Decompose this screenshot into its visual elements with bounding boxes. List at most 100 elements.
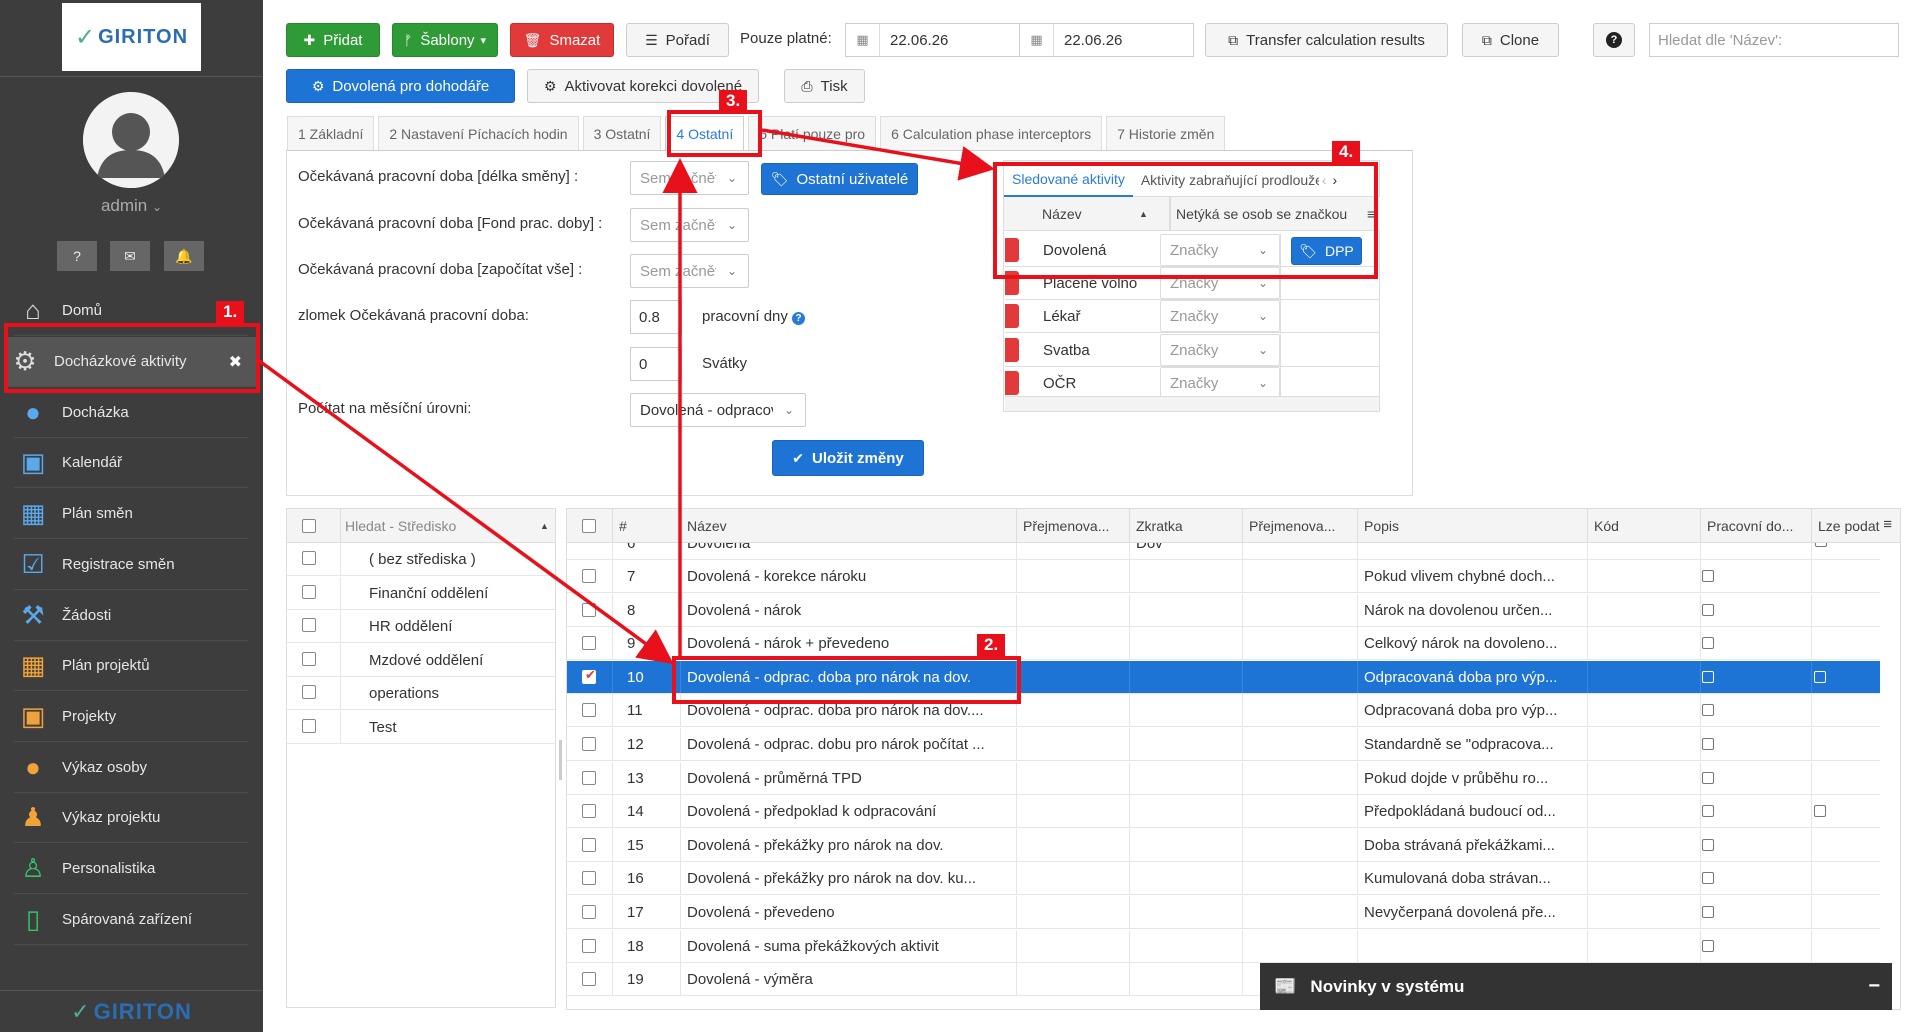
table-row[interactable]: 12 Dovolená - odprac. dobu pro nárok počí…	[567, 728, 1880, 761]
center-row[interactable]: Finanční oddělení	[287, 576, 555, 610]
monthly-select[interactable]: Dovolená - odpracovaná ⌄	[630, 393, 806, 427]
working-time-checkbox[interactable]	[1702, 940, 1714, 952]
other-users-button[interactable]: 🏷 Ostatní uživatelé	[761, 163, 918, 195]
fraction-input[interactable]: 0.8	[630, 300, 682, 334]
news-bar[interactable]: 📰 Novinky v systému −	[1260, 963, 1892, 1010]
center-checkbox[interactable]	[302, 651, 316, 666]
center-row[interactable]: operations	[287, 677, 555, 710]
grid-col-3[interactable]: Přejmenova...	[1023, 518, 1126, 534]
subgrid-row[interactable]: Lékař Značky ⌄	[1005, 300, 1379, 333]
sidebar-item-3[interactable]: ● Docházka	[14, 388, 248, 438]
row-checkbox[interactable]: ✔	[582, 667, 596, 684]
splitter-handle[interactable]	[559, 740, 562, 780]
tags-select[interactable]: Značky ⌄	[1160, 300, 1280, 332]
date-to-field[interactable]: ▦ 22.06.26	[1019, 23, 1194, 57]
agreement-vacation-button[interactable]: ⚙ Dovolená pro dohodáře	[286, 69, 515, 103]
date-from-field[interactable]: ▦ 22.06.26	[845, 23, 1020, 57]
grid-col-8[interactable]: Pracovní do...	[1707, 518, 1808, 534]
envelope-icon[interactable]: ✉	[110, 241, 150, 271]
chevron-left-icon[interactable]: ‹	[1319, 163, 1330, 197]
select-all-checkbox[interactable]	[582, 519, 596, 533]
center-checkbox[interactable]	[302, 584, 316, 599]
minimize-icon[interactable]: −	[1868, 975, 1880, 998]
table-row[interactable]: 11 Dovolená - odprac. doba pro nárok na d…	[567, 694, 1880, 727]
table-row[interactable]: ✔ 10 Dovolená - odprac. doba pro nárok na …	[567, 661, 1880, 694]
help-icon[interactable]: ?	[57, 241, 97, 271]
sidebar-item-2[interactable]: ⚙ Docházkové aktivity ✖	[6, 337, 256, 387]
center-checkbox[interactable]	[302, 618, 316, 632]
working-time-checkbox[interactable]	[1702, 738, 1714, 750]
tags-select[interactable]: Značky ⌄	[1160, 267, 1280, 299]
subgrid-row[interactable]: Dovolená Značky ⌄ 🏷 DPP	[1005, 234, 1379, 267]
tags-select[interactable]: Značky ⌄	[1160, 367, 1280, 399]
table-row[interactable]: 14 Dovolená - předpoklad k odpracování Pře…	[567, 795, 1880, 828]
row-checkbox[interactable]	[582, 939, 596, 953]
sidebar-item-4[interactable]: ▣ Kalendář	[14, 438, 248, 488]
bell-icon[interactable]: 🔔	[164, 241, 204, 271]
grid-col-1[interactable]: #	[619, 518, 677, 534]
table-row[interactable]: 6 Dovolená Dov	[567, 543, 1880, 560]
table-row[interactable]: 16 Dovolená - překážky pro nárok na dov. …	[567, 862, 1880, 895]
menu-icon[interactable]: ≡	[1367, 206, 1375, 222]
delete-button[interactable]: 🗑 Smazat	[510, 23, 614, 57]
row-checkbox[interactable]	[582, 703, 596, 717]
working-time-checkbox[interactable]	[1702, 704, 1714, 716]
sidebar-item-5[interactable]: ▦ Plán směn	[14, 489, 248, 539]
row-checkbox[interactable]	[582, 603, 596, 617]
table-row[interactable]: 15 Dovolená - překážky pro nárok na dov. D…	[567, 829, 1880, 862]
avatar[interactable]	[83, 92, 179, 188]
center-row[interactable]: ( bez střediska )	[287, 543, 555, 576]
transfer-results-button[interactable]: ⧉ Transfer calculation results	[1205, 23, 1448, 57]
close-icon[interactable]: ✖	[229, 352, 242, 372]
working-time-checkbox[interactable]	[1702, 839, 1714, 851]
center-checkbox[interactable]	[302, 685, 316, 699]
row-checkbox[interactable]	[582, 636, 596, 650]
help-button[interactable]: ?	[1593, 23, 1635, 57]
working-time-checkbox[interactable]	[1702, 906, 1714, 918]
sidebar-item-13[interactable]: ▯ Spárovaná zařízení	[14, 895, 248, 945]
can-submit-checkbox[interactable]	[1814, 671, 1826, 683]
tab-1[interactable]: 1 Základní	[287, 116, 375, 150]
table-row[interactable]: 7 Dovolená - korekce nároku Pokud vlivem c…	[567, 560, 1880, 593]
select-all-checkbox[interactable]	[302, 519, 316, 533]
center-row[interactable]: HR oddělení	[287, 610, 555, 643]
center-row[interactable]: Mzdové oddělení	[287, 643, 555, 677]
dpp-tag-button[interactable]: 🏷 DPP	[1291, 237, 1362, 265]
sort-asc-icon[interactable]: ▲	[540, 521, 549, 531]
tab-6[interactable]: 6 Calculation phase interceptors	[880, 116, 1103, 150]
tab-tracked-activities[interactable]: Sledované aktivity	[1004, 163, 1133, 197]
sidebar-item-12[interactable]: ♙ Personalistika	[14, 844, 248, 894]
row-checkbox[interactable]	[582, 569, 596, 583]
center-checkbox[interactable]	[302, 718, 316, 733]
table-row[interactable]: 8 Dovolená - nárok Nárok na dovolenou urče…	[567, 594, 1880, 627]
sidebar-item-1[interactable]: ⌂ Domů	[14, 286, 248, 336]
sidebar-item-6[interactable]: ☑ Registrace směn	[14, 540, 248, 590]
tags-select[interactable]: Značky ⌄	[1160, 334, 1280, 366]
row-checkbox[interactable]	[582, 838, 596, 852]
col-name[interactable]: Název	[1042, 206, 1082, 222]
expected-fund-select[interactable]: Sem začněte psát ⌄	[630, 208, 749, 242]
add-button[interactable]: ✚ Přidat	[286, 23, 380, 57]
table-row[interactable]: 9 Dovolená - nárok + převedeno Celkový nár…	[567, 627, 1880, 660]
sidebar-item-7[interactable]: ⚒ Žádosti	[14, 591, 248, 641]
tab-blocking-activities[interactable]: Aktivity zabraňující prodloužení	[1133, 163, 1319, 197]
working-time-checkbox[interactable]	[1702, 604, 1714, 616]
can-submit-checkbox[interactable]	[1814, 805, 1826, 817]
user-menu[interactable]: admin ⌄	[0, 196, 263, 216]
subgrid-scrollbar[interactable]	[1005, 396, 1379, 411]
grid-col-5[interactable]: Přejmenova...	[1249, 518, 1354, 534]
grid-col-9[interactable]: Lze podat	[1818, 518, 1892, 534]
sidebar-item-11[interactable]: ♟ Výkaz projektu	[14, 793, 248, 843]
tab-7[interactable]: 7 Historie změn	[1106, 116, 1226, 150]
row-checkbox[interactable]	[582, 871, 596, 885]
print-button[interactable]: ⎙ Tisk	[784, 69, 865, 103]
holidays-input[interactable]: 0	[630, 347, 682, 381]
table-row[interactable]: 13 Dovolená - průměrná TPD Pokud dojde v p…	[567, 762, 1880, 795]
table-row[interactable]: 18 Dovolená - suma překážkových aktivit	[567, 930, 1880, 963]
templates-button[interactable]: ᚠ Šablony ▾	[392, 23, 498, 57]
tab-5[interactable]: 5 Platí pouze pro	[748, 116, 877, 150]
expected-all-select[interactable]: Sem začněte psát ⌄	[630, 254, 749, 288]
tags-select[interactable]: Značky ⌄	[1160, 234, 1280, 266]
row-checkbox[interactable]	[582, 905, 596, 919]
working-time-checkbox[interactable]	[1702, 772, 1714, 784]
